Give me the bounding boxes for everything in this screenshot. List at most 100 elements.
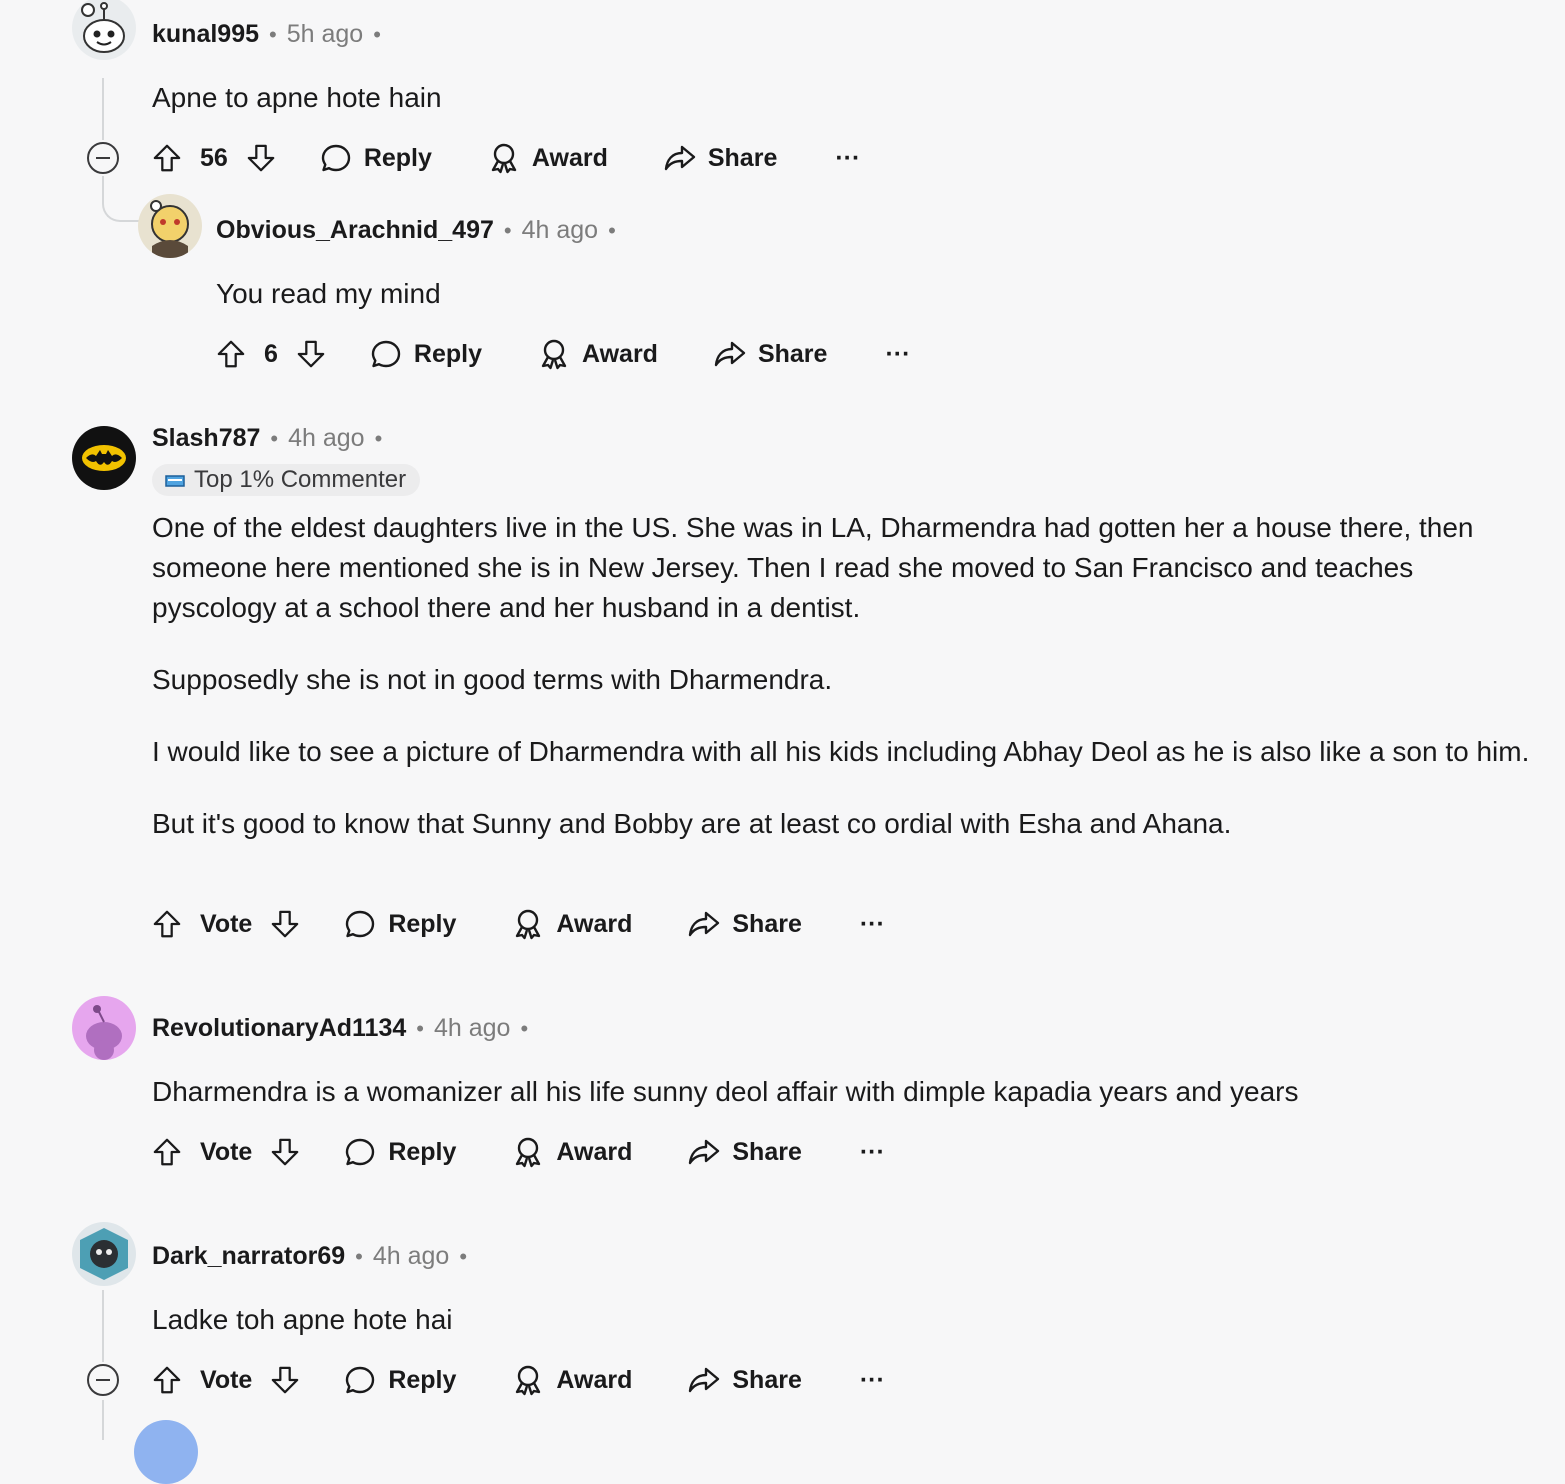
comment-meta: Slash787 • 4h ago •: [152, 424, 382, 453]
comment-bubble-icon: [344, 908, 376, 940]
separator: •: [374, 425, 383, 451]
more-options-button[interactable]: ···: [860, 1366, 885, 1395]
snoo-avatar-icon: [80, 1228, 128, 1280]
thread-connector: [102, 176, 140, 222]
user-flair: Top 1% Commenter: [152, 464, 421, 496]
award-icon: [512, 1364, 544, 1396]
comment-paragraph: Supposedly she is not in good terms with…: [152, 664, 833, 695]
award-icon: [538, 338, 570, 370]
upvote-icon[interactable]: [152, 143, 182, 173]
award-icon: [488, 142, 520, 174]
more-options-button[interactable]: ···: [860, 910, 885, 939]
comment-actions: Vote Reply Award Share ···: [152, 904, 885, 944]
award-icon: [512, 908, 544, 940]
share-icon: [664, 142, 696, 174]
separator: •: [503, 217, 512, 243]
avatar[interactable]: [72, 426, 136, 490]
separator: •: [269, 21, 277, 47]
snoo-avatar-icon: [81, 2, 125, 53]
top-commenter-icon: [165, 475, 185, 487]
reply-button[interactable]: Reply: [370, 338, 482, 370]
more-options-button[interactable]: ···: [885, 340, 910, 369]
comment-actions: 56 Reply Award Share ···: [152, 138, 860, 178]
upvote-icon[interactable]: [152, 1137, 182, 1167]
avatar[interactable]: [134, 1420, 198, 1484]
reply-button[interactable]: Reply: [344, 1364, 456, 1396]
downvote-icon[interactable]: [296, 339, 326, 369]
timestamp[interactable]: 4h ago: [288, 424, 364, 453]
share-label: Share: [732, 1137, 802, 1166]
comment-paragraph: Dharmendra is a womanizer all his life s…: [152, 1076, 1299, 1107]
comment-bubble-icon: [344, 1364, 376, 1396]
comment-meta: kunal995 • 5h ago •: [152, 20, 381, 49]
award-icon: [512, 1136, 544, 1168]
timestamp[interactable]: 4h ago: [373, 1242, 449, 1271]
award-button[interactable]: Award: [512, 1136, 632, 1168]
upvote-icon[interactable]: [216, 339, 246, 369]
share-button[interactable]: Share: [664, 142, 777, 174]
snoo-avatar-icon: [86, 1005, 122, 1060]
share-button[interactable]: Share: [688, 1136, 802, 1168]
share-label: Share: [757, 339, 828, 368]
comment-bubble-icon: [370, 338, 402, 370]
upvote-icon[interactable]: [152, 909, 182, 939]
comment-paragraph: One of the eldest daughters live in the …: [152, 512, 1474, 623]
avatar[interactable]: [72, 1222, 136, 1286]
award-label: Award: [556, 909, 633, 938]
thread-line: [102, 78, 104, 140]
avatar[interactable]: [72, 996, 136, 1060]
downvote-icon[interactable]: [246, 143, 276, 173]
avatar[interactable]: [72, 0, 136, 60]
upvote-icon[interactable]: [152, 1365, 182, 1395]
share-button[interactable]: Share: [688, 908, 802, 940]
separator: •: [520, 1015, 529, 1041]
minus-icon: [96, 157, 110, 159]
more-options-button[interactable]: ···: [835, 144, 860, 173]
minus-icon: [96, 1379, 110, 1381]
award-label: Award: [531, 143, 608, 172]
username[interactable]: Obvious_Arachnid_497: [216, 216, 494, 245]
award-button[interactable]: Award: [488, 142, 608, 174]
separator: •: [416, 1015, 424, 1041]
timestamp[interactable]: 4h ago: [522, 216, 598, 245]
share-button[interactable]: Share: [688, 1364, 802, 1396]
comment-paragraph: Apne to apne hote hain: [152, 82, 442, 113]
share-icon: [714, 338, 746, 370]
share-button[interactable]: Share: [714, 338, 827, 370]
comment-actions: 6 Reply Award Share ···: [216, 334, 910, 374]
more-options-button[interactable]: ···: [860, 1138, 885, 1167]
username[interactable]: kunal995: [152, 20, 259, 49]
vote-count: Vote: [200, 1137, 253, 1166]
reply-label: Reply: [388, 1137, 457, 1166]
timestamp[interactable]: 5h ago: [287, 20, 363, 49]
comment-actions: Vote Reply Award Share ···: [152, 1132, 885, 1172]
vote-count: Vote: [200, 1365, 253, 1394]
reply-button[interactable]: Reply: [344, 908, 456, 940]
vote-count: Vote: [200, 909, 253, 938]
comment-meta: Dark_narrator69 • 4h ago •: [152, 1242, 467, 1271]
avatar[interactable]: [138, 194, 202, 258]
collapse-button[interactable]: [87, 142, 119, 174]
separator: •: [608, 217, 616, 243]
thread-line: [102, 1290, 104, 1362]
award-button[interactable]: Award: [512, 908, 632, 940]
award-button[interactable]: Award: [512, 1364, 632, 1396]
thread-line: [102, 1400, 104, 1440]
username[interactable]: Dark_narrator69: [152, 1242, 345, 1271]
collapse-button[interactable]: [87, 1364, 119, 1396]
downvote-icon[interactable]: [270, 1365, 300, 1395]
comment-paragraph: You read my mind: [216, 278, 441, 309]
timestamp[interactable]: 4h ago: [434, 1014, 510, 1043]
separator: •: [355, 1243, 363, 1269]
username[interactable]: Slash787: [152, 424, 260, 453]
share-icon: [688, 908, 720, 940]
award-button[interactable]: Award: [538, 338, 658, 370]
reply-button[interactable]: Reply: [344, 1136, 456, 1168]
downvote-icon[interactable]: [270, 909, 300, 939]
downvote-icon[interactable]: [270, 1137, 300, 1167]
separator: •: [373, 21, 381, 47]
comment-meta: RevolutionaryAd1134 • 4h ago •: [152, 1014, 528, 1043]
comment-bubble-icon: [320, 142, 352, 174]
username[interactable]: RevolutionaryAd1134: [152, 1014, 406, 1043]
reply-button[interactable]: Reply: [320, 142, 432, 174]
